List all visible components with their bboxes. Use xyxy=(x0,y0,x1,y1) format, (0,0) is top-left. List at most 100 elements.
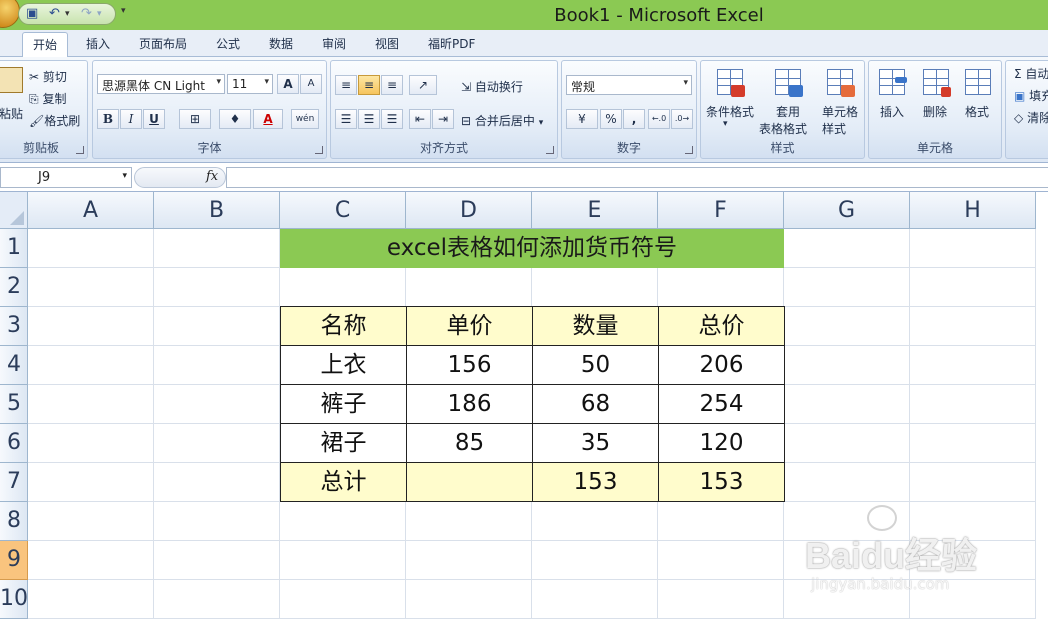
grid-cell[interactable] xyxy=(28,424,154,463)
borders-button[interactable]: ⊞ xyxy=(179,109,211,129)
grid-cell[interactable] xyxy=(406,580,532,619)
paste-icon[interactable] xyxy=(0,65,25,95)
grid-cell[interactable] xyxy=(658,268,784,307)
grid-cell[interactable] xyxy=(28,502,154,541)
clear-button[interactable]: ◇ 清除 xyxy=(1014,109,1048,126)
number-format-select[interactable]: 常规 ▾ xyxy=(566,75,692,95)
tab-review[interactable]: 审阅 xyxy=(322,35,346,52)
grid-cell[interactable] xyxy=(154,307,280,346)
format-as-table-label-2[interactable]: 表格格式 xyxy=(759,120,807,137)
font-name-select[interactable]: 思源黑体 CN Light ▾ xyxy=(97,74,225,94)
grid-cell[interactable] xyxy=(28,307,154,346)
column-header-c[interactable]: C xyxy=(280,192,406,229)
column-header-a[interactable]: A xyxy=(28,192,154,229)
grid-cell[interactable] xyxy=(154,346,280,385)
table-header-cell[interactable]: 单价 xyxy=(406,306,533,346)
grid-cell[interactable] xyxy=(784,268,910,307)
grid-cell[interactable] xyxy=(154,229,280,268)
grid-cell[interactable] xyxy=(532,580,658,619)
font-color-button[interactable]: A xyxy=(253,109,283,129)
tab-page-layout[interactable]: 页面布局 xyxy=(139,35,187,52)
column-header-g[interactable]: G xyxy=(784,192,910,229)
grid-cell[interactable] xyxy=(280,580,406,619)
comma-button[interactable]: , xyxy=(623,109,645,129)
table-cell[interactable]: 35 xyxy=(532,423,659,463)
increase-decimal-button[interactable]: ←.0 xyxy=(648,109,670,129)
row-header-4[interactable]: 4 xyxy=(0,346,28,385)
name-box[interactable]: J9 ▾ xyxy=(0,167,132,188)
grid-cell[interactable] xyxy=(532,541,658,580)
fill-button[interactable]: ▣ 填充 xyxy=(1014,87,1048,104)
table-cell[interactable]: 上衣 xyxy=(280,345,407,385)
increase-indent-button[interactable]: ⇥ xyxy=(432,109,454,129)
table-cell[interactable]: 68 xyxy=(532,384,659,424)
grid-cell[interactable] xyxy=(658,502,784,541)
table-cell[interactable]: 裙子 xyxy=(280,423,407,463)
row-header-5[interactable]: 5 xyxy=(0,385,28,424)
italic-button[interactable]: I xyxy=(120,109,142,129)
alignment-launcher-icon[interactable] xyxy=(546,146,554,154)
autosum-button[interactable]: Σ 自动 xyxy=(1014,65,1048,82)
column-header-d[interactable]: D xyxy=(406,192,532,229)
grid-cell[interactable] xyxy=(784,229,910,268)
tab-view[interactable]: 视图 xyxy=(375,35,399,52)
table-cell[interactable]: 206 xyxy=(658,345,785,385)
table-total-cell[interactable]: 153 xyxy=(532,462,659,502)
table-header-cell[interactable]: 总价 xyxy=(658,306,785,346)
grid-cell[interactable] xyxy=(532,502,658,541)
grid-cell[interactable] xyxy=(658,580,784,619)
row-header-9[interactable]: 9 xyxy=(0,541,28,580)
grid-cell[interactable] xyxy=(910,229,1036,268)
grid-cell[interactable] xyxy=(280,502,406,541)
row-header-3[interactable]: 3 xyxy=(0,307,28,346)
format-painter-button[interactable]: 🖌格式刷 xyxy=(29,112,80,129)
row-header-10[interactable]: 10 xyxy=(0,580,28,619)
grid-cell[interactable] xyxy=(784,424,910,463)
grid-cell[interactable] xyxy=(28,229,154,268)
decrease-indent-button[interactable]: ⇤ xyxy=(409,109,431,129)
formula-input[interactable] xyxy=(226,167,1048,188)
grid-cell[interactable] xyxy=(28,346,154,385)
table-cell[interactable]: 85 xyxy=(406,423,533,463)
cell-styles-icon[interactable] xyxy=(825,67,855,97)
grid-cell[interactable] xyxy=(910,463,1036,502)
tab-data[interactable]: 数据 xyxy=(269,35,293,52)
tab-foxit-pdf[interactable]: 福昕PDF xyxy=(428,35,475,52)
paste-button[interactable]: 粘贴 xyxy=(0,105,23,122)
grid-cell[interactable] xyxy=(154,541,280,580)
table-total-cell[interactable] xyxy=(406,462,533,502)
grid-cell[interactable] xyxy=(784,307,910,346)
grid-cell[interactable] xyxy=(28,580,154,619)
align-right-button[interactable]: ☰ xyxy=(381,109,403,129)
grid-cell[interactable] xyxy=(910,268,1036,307)
grid-cell[interactable] xyxy=(154,424,280,463)
grid-cell[interactable] xyxy=(658,541,784,580)
phonetic-button[interactable]: wén xyxy=(291,109,319,129)
percent-button[interactable]: % xyxy=(600,109,622,129)
delete-cells-button[interactable]: 删除 xyxy=(923,103,947,120)
grid-cell[interactable] xyxy=(154,385,280,424)
tab-insert[interactable]: 插入 xyxy=(86,35,110,52)
insert-cells-icon[interactable] xyxy=(877,67,907,97)
table-header-cell[interactable]: 数量 xyxy=(532,306,659,346)
column-header-b[interactable]: B xyxy=(154,192,280,229)
grid-cell[interactable] xyxy=(784,463,910,502)
table-cell[interactable]: 50 xyxy=(532,345,659,385)
insert-function-icon[interactable]: fx xyxy=(206,169,218,184)
orientation-button[interactable]: ↗ xyxy=(409,75,437,95)
row-header-6[interactable]: 6 xyxy=(0,424,28,463)
row-header-8[interactable]: 8 xyxy=(0,502,28,541)
delete-cells-icon[interactable] xyxy=(921,67,951,97)
table-total-cell[interactable]: 总计 xyxy=(280,462,407,502)
fill-color-button[interactable]: ♦ xyxy=(219,109,251,129)
tab-home[interactable]: 开始 xyxy=(22,32,69,58)
format-cells-icon[interactable] xyxy=(963,67,993,97)
grid-cell[interactable] xyxy=(910,346,1036,385)
grid-cell[interactable] xyxy=(910,307,1036,346)
accounting-format-button[interactable]: ¥ xyxy=(566,109,598,129)
grid-cell[interactable] xyxy=(406,268,532,307)
cut-button[interactable]: ✂ 剪切 xyxy=(29,68,67,85)
cell-styles-label-1[interactable]: 单元格 xyxy=(822,103,858,120)
align-center-button[interactable]: ☰ xyxy=(358,109,380,129)
grid-cell[interactable] xyxy=(154,268,280,307)
